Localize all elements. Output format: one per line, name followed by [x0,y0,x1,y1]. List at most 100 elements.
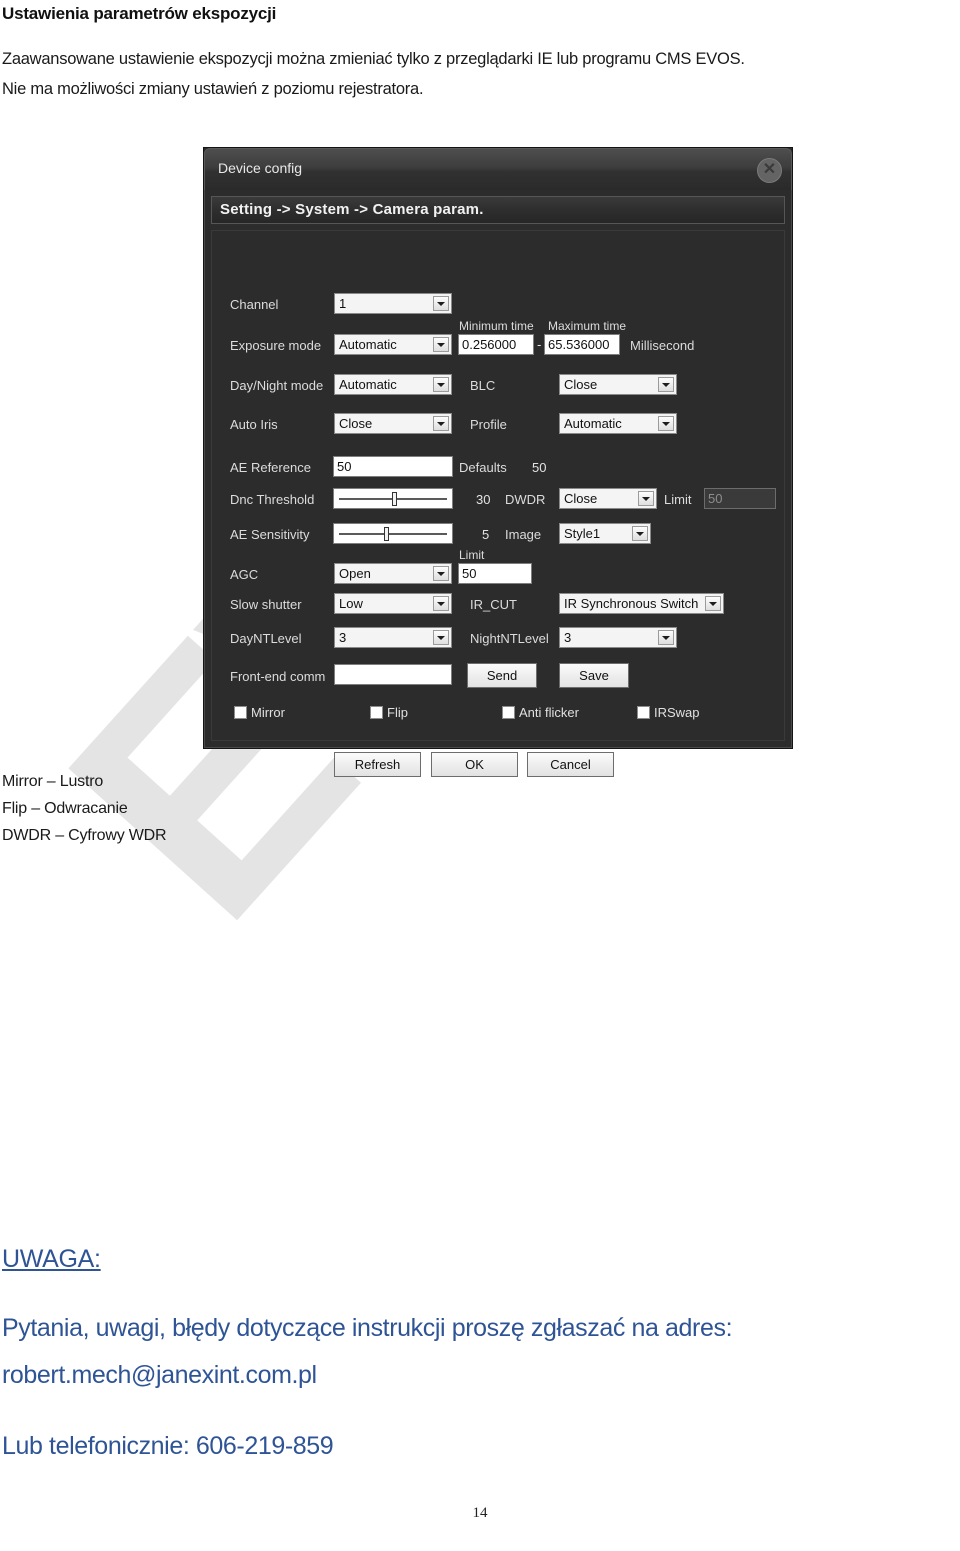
checkbox-box[interactable] [637,706,650,719]
day-nt-level-value: 3 [339,630,347,645]
dialog-body: Setting -> System -> Camera param. Chann… [204,190,792,777]
note-body: Pytania, uwagi, błędy dotyczące instrukc… [2,1305,733,1399]
legend-line-mirror: Mirror – Lustro [2,773,104,790]
legend-line-flip: Flip – Odwracanie [2,800,128,817]
agc-limit-label: Limit [459,548,485,562]
checkbox-box[interactable] [502,706,515,719]
day-nt-level-label: DayNTLevel [230,631,302,646]
profile-label: Profile [470,417,507,432]
agc-select[interactable]: Open [334,563,452,584]
chevron-down-icon [433,630,449,645]
ir-cut-value: IR Synchronous Switch [564,596,699,611]
slider-thumb[interactable] [392,492,397,506]
maximum-time-label: Maximum time [548,319,627,333]
day-nt-level-select[interactable]: 3 [334,627,452,648]
flip-checkbox-label: Flip [387,705,408,720]
save-button[interactable]: Save [559,663,629,688]
agc-limit-input[interactable]: 50 [458,563,532,584]
blc-value: Close [564,377,598,392]
dwdr-limit-label: Limit [664,492,692,507]
ae-reference-value: 50 [337,459,352,474]
maximum-time-value: 65.536000 [548,337,610,352]
image-value: Style1 [564,526,601,541]
chevron-down-icon [433,337,449,352]
blc-label: BLC [470,378,496,393]
day-night-mode-label: Day/Night mode [230,378,324,393]
note-phone: Lub telefonicznie: 606-219-859 [2,1432,334,1460]
checkbox-box[interactable] [234,706,247,719]
send-button[interactable]: Send [467,663,537,688]
image-select[interactable]: Style1 [559,523,651,544]
agc-value: Open [339,566,371,581]
channel-select[interactable]: 1 [334,293,452,314]
minimum-time-value: 0.256000 [462,337,517,352]
chevron-down-icon [638,491,654,506]
ae-sensitivity-slider[interactable] [333,523,453,544]
chevron-down-icon [433,596,449,611]
chevron-down-icon [658,630,674,645]
chevron-down-icon [433,377,449,392]
device-config-dialog: Device config ✕ Setting -> System -> Cam… [204,148,792,777]
ir-cut-label: IR_CUT [470,597,517,612]
checkbox-box[interactable] [370,706,383,719]
cancel-button[interactable]: Cancel [527,752,614,777]
defaults-value: 50 [532,460,547,475]
blc-select[interactable]: Close [559,374,677,395]
chevron-down-icon [632,526,648,541]
slow-shutter-value: Low [339,596,363,611]
front-end-command-label: Front-end comm [230,669,326,684]
note-heading: UWAGA: [2,1245,101,1273]
minimum-time-input[interactable]: 0.256000 [458,334,534,355]
channel-value: 1 [339,296,347,311]
legend-line-dwdr: DWDR – Cyfrowy WDR [2,827,167,844]
front-end-command-input[interactable] [334,664,452,685]
auto-iris-select[interactable]: Close [334,413,452,434]
anti-flicker-checkbox-label: Anti flicker [519,705,579,720]
irswap-checkbox-label: IRSwap [654,705,700,720]
day-night-mode-select[interactable]: Automatic [334,374,452,395]
auto-iris-label: Auto Iris [230,417,278,432]
close-circle-icon[interactable]: ✕ [757,158,782,183]
ae-sensitivity-label: AE Sensitivity [230,527,310,542]
exposure-mode-value: Automatic [339,337,397,352]
intro-paragraph-line-2: Nie ma możliwości zmiany ustawień z pozi… [2,80,424,98]
exposure-mode-select[interactable]: Automatic [334,334,452,355]
agc-limit-value: 50 [462,566,477,581]
refresh-button[interactable]: Refresh [334,752,421,777]
auto-iris-value: Close [339,416,373,431]
dialog-title-bar: Device config ✕ [204,148,792,190]
profile-select[interactable]: Automatic [559,413,677,434]
ae-sensitivity-value: 5 [482,527,490,542]
slow-shutter-label: Slow shutter [230,597,302,612]
breadcrumb-label: Setting -> System -> Camera param. [220,201,484,218]
dnc-threshold-slider[interactable] [333,488,453,509]
ae-reference-input[interactable]: 50 [333,456,453,477]
exposure-mode-label: Exposure mode [230,338,322,353]
dialog-window-title: Device config [218,160,303,176]
ir-cut-select[interactable]: IR Synchronous Switch [559,593,724,614]
slow-shutter-select[interactable]: Low [334,593,452,614]
note-email[interactable]: robert.mech@janexint.com.pl [2,1352,732,1399]
page-title: Ustawienia parametrów ekspozycji [2,4,277,23]
night-nt-level-select[interactable]: 3 [559,627,677,648]
night-nt-level-value: 3 [564,630,572,645]
dwdr-limit-input[interactable]: 50 [704,488,776,509]
millisecond-label: Millisecond [630,338,695,353]
chevron-down-icon [433,566,449,581]
maximum-time-input[interactable]: 65.536000 [544,334,620,355]
dnc-threshold-label: Dnc Threshold [230,492,315,507]
chevron-down-icon [658,377,674,392]
ok-button[interactable]: OK [431,752,518,777]
slider-track [339,533,447,535]
camera-param-form: Channel 1 Minimum time Maximum time Expo… [211,230,785,777]
dwdr-select[interactable]: Close [559,488,657,509]
terms-legend: Mirror – Lustro Flip – Odwracanie DWDR –… [2,768,167,849]
time-range-separator: - [537,337,542,352]
slider-thumb[interactable] [384,527,389,541]
night-nt-level-label: NightNTLevel [470,631,549,646]
note-body-text: Pytania, uwagi, błędy dotyczące instrukc… [2,1314,733,1342]
intro-paragraph-line-1: Zaawansowane ustawienie ekspozycji można… [2,50,745,68]
chevron-down-icon [433,416,449,431]
dwdr-label: DWDR [505,492,546,507]
dnc-threshold-value: 30 [476,492,491,507]
